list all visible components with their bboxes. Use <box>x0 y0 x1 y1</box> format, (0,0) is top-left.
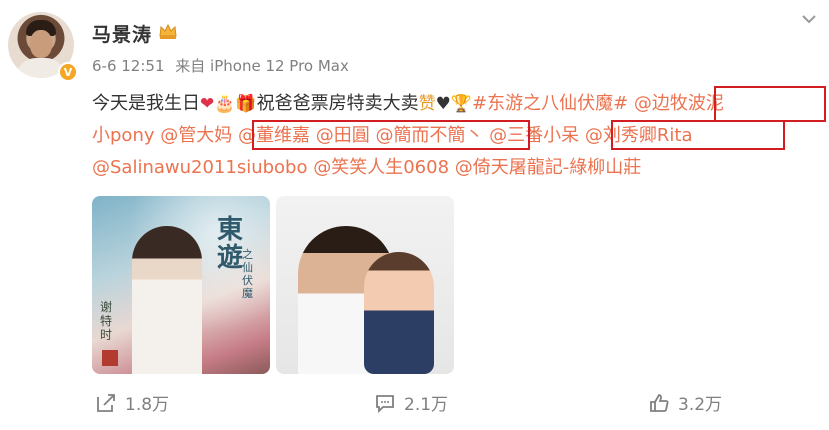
mention-link[interactable]: @倚天屠龍記-綠柳山莊 <box>455 157 642 178</box>
comment-button[interactable]: 2.1万 <box>374 390 448 415</box>
mention-link[interactable]: @田圓 <box>316 125 370 146</box>
photo-side-text: 谢特时 <box>100 300 113 342</box>
gift-icon: 🎁 <box>235 94 257 114</box>
photo-thumbnail[interactable] <box>276 196 454 374</box>
mention-link[interactable]: @管大妈 <box>160 125 232 146</box>
mention-link[interactable]: @簡而不簡丶 <box>375 125 483 146</box>
author-name[interactable]: 马景涛 <box>92 20 152 47</box>
post-text-1: 今天是我生日 <box>92 93 200 114</box>
like-button[interactable]: 3.2万 <box>648 390 722 415</box>
repost-count: 1.8万 <box>125 395 170 415</box>
crown-icon <box>159 23 177 39</box>
heart-icon: ❤ <box>200 94 215 114</box>
photo-subtitle: 之仙伏魔 <box>242 248 253 300</box>
action-bar: 1.8万 2.1万 3.2万 <box>0 390 829 420</box>
trophy-icon: 🏆 <box>450 94 473 114</box>
like-badge-icon: 赞 <box>418 94 436 114</box>
post-meta: 6-6 12:51 来自 iPhone 12 Pro Max <box>92 55 355 76</box>
cake-icon: 🎂 <box>214 94 236 114</box>
photo-thumbnail[interactable]: 東遊 之仙伏魔 谢特时 <box>92 196 270 374</box>
mention-link[interactable]: @Salinawu2011siubobo <box>92 157 308 178</box>
comment-icon <box>376 394 394 413</box>
seal-icon <box>102 350 118 366</box>
mention-link[interactable]: @笑笑人生0608 <box>313 157 449 178</box>
post-date[interactable]: 6-6 12:51 <box>92 57 165 75</box>
photo-figure <box>132 226 202 374</box>
post-text-2: 祝爸爸票房特卖大卖 <box>256 93 419 114</box>
avatar[interactable]: V <box>8 12 80 84</box>
thumbs-up-icon <box>650 393 669 412</box>
post-content: 今天是我生日❤🎂🎁祝爸爸票房特卖大卖赞♥🏆#东游之八仙伏魔# @边牧波泥 小po… <box>92 88 822 184</box>
mention-link[interactable]: @董维嘉 <box>238 125 310 146</box>
repost-icon <box>97 393 115 412</box>
repost-button[interactable]: 1.8万 <box>95 390 169 415</box>
mention-link[interactable]: @刘秀卿Rita <box>585 125 693 146</box>
like-count: 3.2万 <box>678 395 723 415</box>
mention-link[interactable]: @边牧波泥 <box>634 93 724 114</box>
hashtag-link[interactable]: #东游之八仙伏魔# <box>472 93 628 114</box>
mention-link[interactable]: @三番小呆 <box>489 125 579 146</box>
chevron-down-icon[interactable] <box>800 10 818 28</box>
hearts-icon: ♥ <box>435 94 451 114</box>
photo-figure <box>364 252 434 374</box>
post-source: 来自 iPhone 12 Pro Max <box>175 57 349 75</box>
verified-badge-icon: V <box>58 62 78 82</box>
comment-count: 2.1万 <box>404 395 449 415</box>
mention-link[interactable]: 小pony <box>92 125 155 146</box>
